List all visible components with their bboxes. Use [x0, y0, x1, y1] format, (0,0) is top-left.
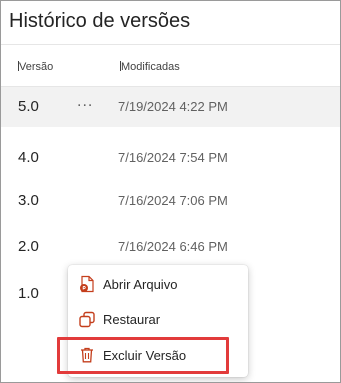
version-row[interactable]: 2.0 7/16/2024 6:46 PM — [1, 227, 340, 267]
modified-date: 7/16/2024 7:54 PM — [118, 150, 228, 165]
menu-item-label: Restaurar — [103, 311, 161, 327]
version-row[interactable]: 3.0 7/16/2024 7:06 PM — [1, 181, 340, 221]
word-file-icon — [80, 275, 94, 293]
highlight-box — [57, 337, 229, 374]
version-number: 3.0 — [18, 192, 39, 209]
more-options-button[interactable]: ... — [77, 93, 93, 111]
title-divider — [1, 44, 340, 45]
modified-date: 7/16/2024 6:46 PM — [118, 239, 228, 254]
modified-date: 7/19/2024 4:22 PM — [118, 99, 228, 114]
column-header-version[interactable]: Versão — [18, 61, 53, 73]
version-number: 2.0 — [18, 238, 39, 255]
column-header-modified-label: Modificadas — [121, 61, 180, 73]
column-header-version-label: Versão — [19, 61, 54, 73]
version-row[interactable]: 5.0 ... 7/19/2024 4:22 PM — [1, 87, 340, 127]
version-row[interactable]: 4.0 7/16/2024 7:54 PM — [1, 138, 340, 178]
page-title: Histórico de versões — [9, 10, 191, 32]
menu-item-restore[interactable]: Restaurar — [68, 303, 248, 335]
menu-item-label: Abrir Arquivo — [103, 276, 178, 292]
version-number: 5.0 — [18, 98, 39, 115]
modified-date: 7/16/2024 7:06 PM — [118, 193, 228, 208]
version-history-panel: Histórico de versões Versão Modificadas … — [0, 0, 341, 383]
version-number: 4.0 — [18, 149, 39, 166]
version-number: 1.0 — [18, 285, 39, 302]
restore-icon — [79, 311, 95, 328]
menu-item-open-file[interactable]: Abrir Arquivo — [68, 268, 248, 300]
column-header-modified[interactable]: Modificadas — [120, 61, 180, 73]
